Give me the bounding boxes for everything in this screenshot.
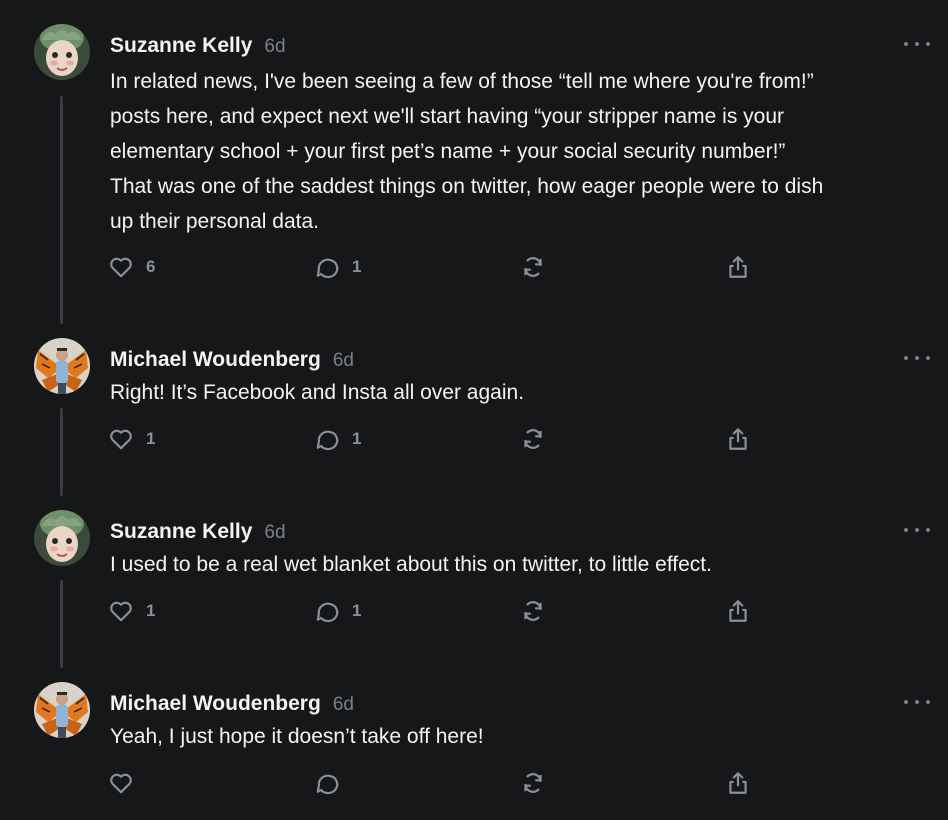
- post-text-line: In related news, I've been seeing a few …: [110, 70, 814, 93]
- like-button[interactable]: 6: [108, 254, 155, 280]
- heart-icon: [110, 773, 132, 794]
- author-name[interactable]: Suzanne Kelly: [110, 34, 252, 58]
- heart-icon: [110, 257, 132, 278]
- repost-arrows-icon: [524, 773, 542, 793]
- repost-arrows-icon: [524, 429, 542, 449]
- timestamp[interactable]: 6d: [264, 36, 285, 58]
- reply-thread: Suzanne Kelly 6d In related news, I've b…: [0, 0, 948, 820]
- michael-avatar-image: [34, 338, 90, 394]
- avatar[interactable]: [34, 510, 90, 566]
- thread-line: [60, 96, 63, 324]
- ellipsis-icon: [904, 42, 908, 46]
- thread-line: [60, 408, 63, 496]
- like-count: 1: [146, 601, 156, 620]
- share-upload-icon: [729, 772, 747, 794]
- post-header: Suzanne Kelly 6d: [110, 520, 286, 544]
- avatar[interactable]: [34, 682, 90, 738]
- reply-button[interactable]: 1: [314, 598, 361, 624]
- post-header: Michael Woudenberg 6d: [110, 348, 354, 372]
- like-count: 1: [146, 429, 156, 448]
- post-body: I used to be a real wet blanket about th…: [110, 547, 930, 582]
- speech-bubble-icon: [316, 430, 339, 451]
- ellipsis-dot: [926, 356, 930, 360]
- like-button[interactable]: [108, 770, 146, 796]
- michael-avatar-image: [34, 682, 90, 738]
- ellipsis-dot: [915, 42, 919, 46]
- share-button[interactable]: [725, 254, 751, 280]
- avatar[interactable]: [34, 24, 90, 80]
- ellipsis-dot: [915, 528, 919, 532]
- timestamp[interactable]: 6d: [333, 350, 354, 372]
- post-header: Michael Woudenberg 6d: [110, 692, 354, 716]
- avatar[interactable]: [34, 338, 90, 394]
- post-actions: 6 1: [108, 254, 758, 282]
- post-actions: [108, 770, 758, 798]
- post-text-line: I used to be a real wet blanket about th…: [110, 553, 712, 576]
- reply-count: 1: [352, 257, 362, 276]
- repost-button[interactable]: [520, 254, 546, 280]
- more-options-button[interactable]: [904, 39, 930, 49]
- ellipsis-icon: [904, 356, 908, 360]
- like-button[interactable]: 1: [108, 426, 155, 452]
- post-actions: 1 1: [108, 426, 758, 454]
- ellipsis-icon: [904, 528, 908, 532]
- ellipsis-dot: [926, 42, 930, 46]
- thread-line: [60, 580, 63, 668]
- post-actions: 1 1: [108, 598, 758, 626]
- reply-count: 1: [352, 429, 362, 448]
- heart-icon: [110, 601, 132, 622]
- share-button[interactable]: [725, 426, 751, 452]
- share-upload-icon: [729, 428, 747, 450]
- post-header: Suzanne Kelly 6d: [110, 34, 286, 58]
- repost-button[interactable]: [520, 598, 546, 624]
- more-options-button[interactable]: [904, 697, 930, 707]
- like-button[interactable]: 1: [108, 598, 155, 624]
- author-name[interactable]: Michael Woudenberg: [110, 348, 321, 372]
- ellipsis-dot: [926, 528, 930, 532]
- more-options-button[interactable]: [904, 353, 930, 363]
- share-upload-icon: [729, 256, 747, 278]
- timestamp[interactable]: 6d: [264, 522, 285, 544]
- post-text-line: Right! It’s Facebook and Insta all over …: [110, 381, 525, 404]
- like-count: 6: [146, 257, 156, 276]
- timestamp[interactable]: 6d: [333, 694, 354, 716]
- speech-bubble-icon: [316, 602, 339, 623]
- suzanne-avatar-image: [34, 24, 90, 80]
- ellipsis-dot: [915, 356, 919, 360]
- ellipsis-dot: [915, 700, 919, 704]
- reply-button[interactable]: 1: [314, 254, 361, 280]
- post-body: Right! It’s Facebook and Insta all over …: [110, 375, 930, 410]
- speech-bubble-icon: [316, 258, 339, 279]
- repost-arrows-icon: [524, 601, 542, 621]
- post-body: In related news, I've been seeing a few …: [110, 64, 930, 239]
- repost-button[interactable]: [520, 770, 546, 796]
- post-text-line: posts here, and expect next we'll start …: [110, 105, 784, 128]
- ellipsis-icon: [904, 700, 908, 704]
- share-button[interactable]: [725, 770, 751, 796]
- reply-button[interactable]: [314, 770, 352, 796]
- post-text-line: Yeah, I just hope it doesn’t take off he…: [110, 725, 484, 748]
- author-name[interactable]: Suzanne Kelly: [110, 520, 252, 544]
- suzanne-avatar-image: [34, 510, 90, 566]
- ellipsis-dot: [926, 700, 930, 704]
- share-upload-icon: [729, 600, 747, 622]
- reply-count: 1: [352, 601, 362, 620]
- post-text-line: That was one of the saddest things on tw…: [110, 175, 824, 198]
- repost-arrows-icon: [524, 257, 542, 277]
- author-name[interactable]: Michael Woudenberg: [110, 692, 321, 716]
- share-button[interactable]: [725, 598, 751, 624]
- reply-button[interactable]: 1: [314, 426, 361, 452]
- post-body: Yeah, I just hope it doesn’t take off he…: [110, 719, 930, 754]
- repost-button[interactable]: [520, 426, 546, 452]
- more-options-button[interactable]: [904, 525, 930, 535]
- post-text-line: up their personal data.: [110, 210, 319, 233]
- heart-icon: [110, 429, 132, 450]
- post-text-line: elementary school + your first pet’s nam…: [110, 140, 786, 163]
- speech-bubble-icon: [316, 774, 339, 795]
